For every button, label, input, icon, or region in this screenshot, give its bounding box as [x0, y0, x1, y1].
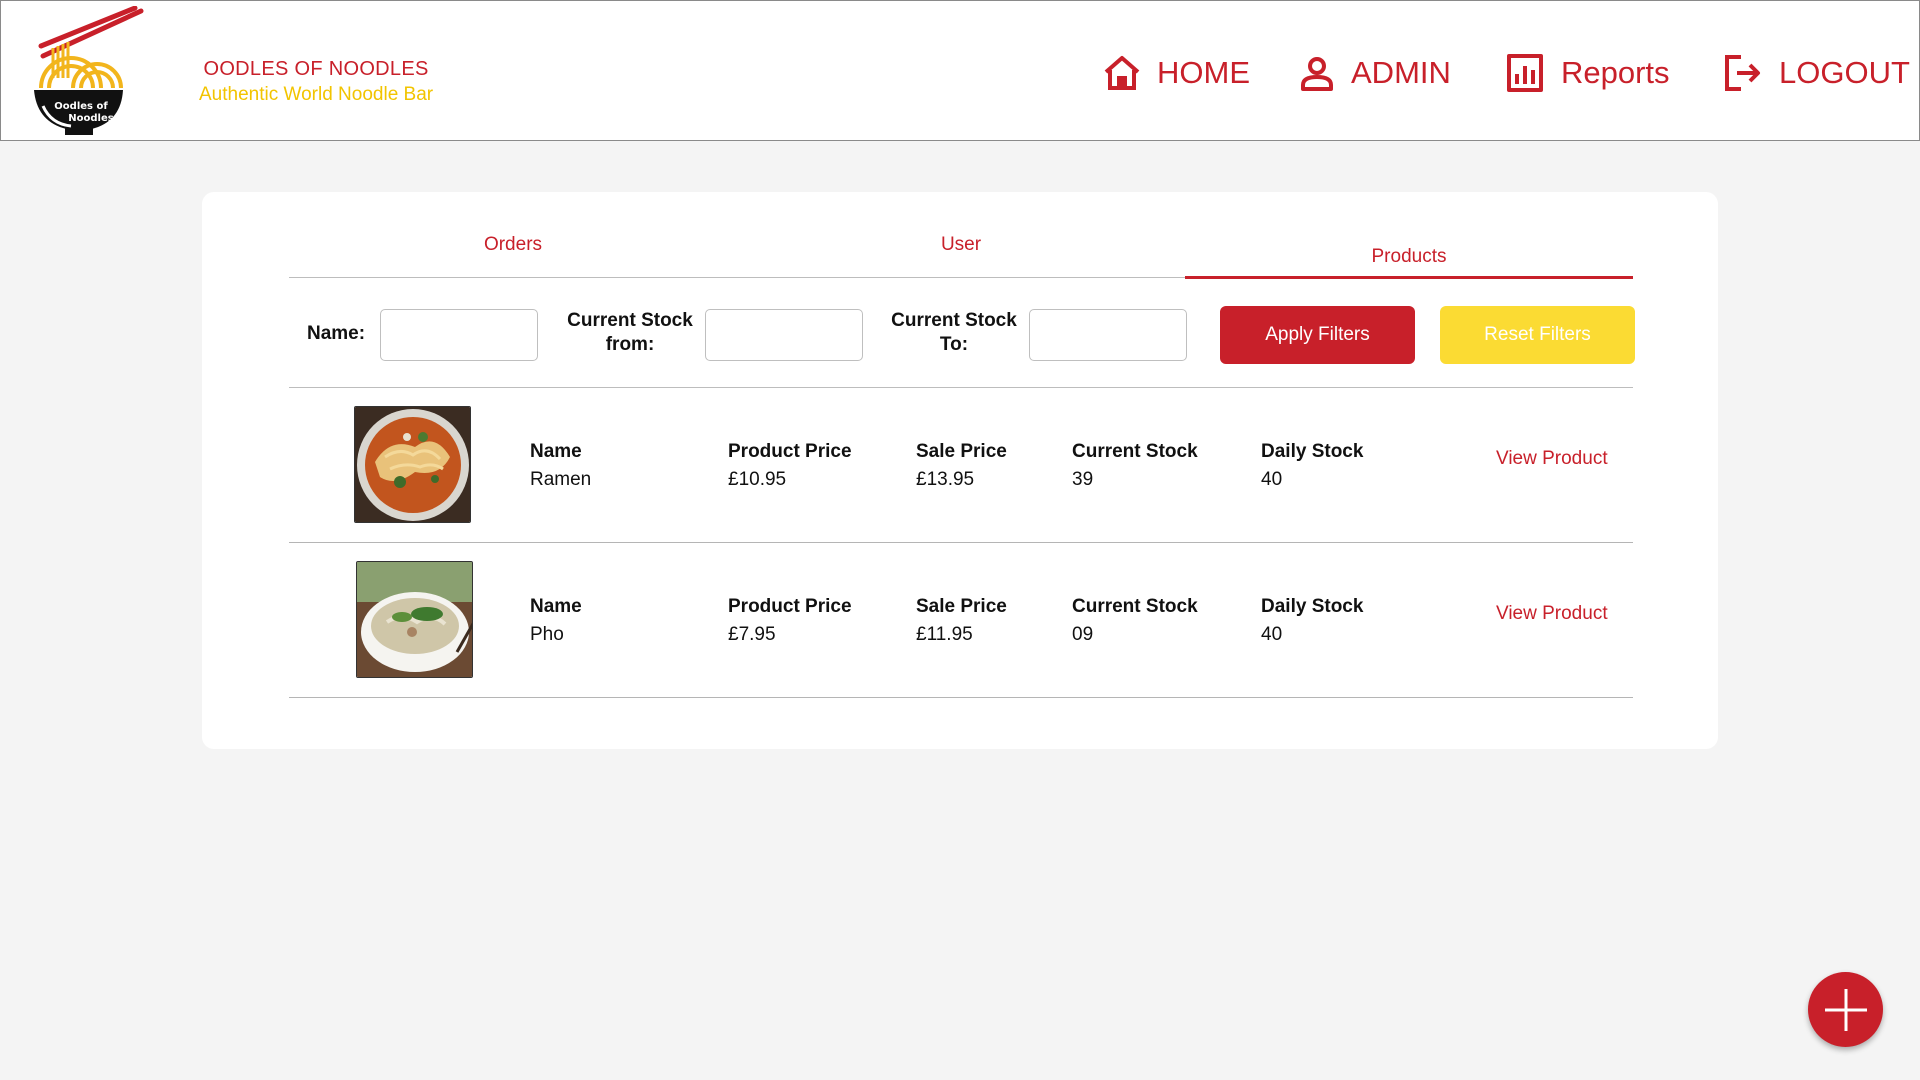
- current-stock: 39: [1072, 469, 1094, 490]
- brand-name: OODLES OF NOODLES: [203, 58, 429, 80]
- product-thumbnail-pho: [356, 561, 473, 678]
- logo-text-line2: Noodles: [68, 113, 113, 124]
- name-heading: Name: [530, 596, 582, 617]
- person-icon: [1301, 57, 1333, 91]
- current-stock-cell: Current Stock 39: [1072, 438, 1198, 494]
- tab-user[interactable]: User: [737, 222, 1185, 278]
- sale-price-cell: Sale Price £13.95: [916, 438, 1007, 494]
- admin-panel-card: Orders User Products Name: Current Stock…: [202, 192, 1718, 749]
- daily-stock: 40: [1261, 469, 1283, 490]
- nav-home-label: HOME: [1157, 55, 1250, 90]
- plus-icon: [1824, 988, 1867, 1031]
- add-product-button[interactable]: [1808, 972, 1883, 1047]
- daily-stock-cell: Daily Stock 40: [1261, 438, 1363, 494]
- bar-chart-icon: [1507, 54, 1543, 92]
- stock-from-label-line1: Current Stock: [567, 310, 693, 331]
- sale-price-cell: Sale Price £11.95: [916, 593, 1007, 649]
- stock-from-input[interactable]: [705, 309, 863, 361]
- sale-price: £13.95: [916, 469, 975, 490]
- app-header: Oodles of Noodles OODLES OF NOODLES Auth…: [0, 0, 1920, 141]
- nav-home-link[interactable]: HOME: [1103, 51, 1250, 95]
- noodle-bowl-logo-icon: Oodles of Noodles: [34, 5, 144, 135]
- stock-to-label-line2: To:: [939, 334, 969, 355]
- name-filter-label: Name:: [307, 323, 366, 344]
- daily-stock-heading: Daily Stock: [1261, 596, 1364, 617]
- product-price-cell: Product Price £7.95: [728, 593, 852, 649]
- product-price: £7.95: [728, 624, 776, 645]
- product-price: £10.95: [728, 469, 787, 490]
- stock-to-label-line1: Current Stock: [891, 310, 1017, 331]
- product-row: Name Pho Product Price £7.95 Sale Price …: [289, 543, 1633, 698]
- logout-icon: [1725, 55, 1760, 91]
- brand-block: OODLES OF NOODLES Authentic World Noodle…: [199, 58, 433, 106]
- view-product-link[interactable]: View Product: [1496, 448, 1608, 470]
- product-row: Name Ramen Product Price £10.95 Sale Pri…: [289, 388, 1633, 543]
- product-name: Ramen: [530, 469, 592, 490]
- sale-price-heading: Sale Price: [916, 441, 1007, 462]
- current-stock: 09: [1072, 624, 1094, 645]
- logo-text-line1: Oodles of: [54, 101, 108, 112]
- current-stock-heading: Current Stock: [1072, 441, 1198, 462]
- nav-reports-label: Reports: [1561, 55, 1670, 90]
- tab-products[interactable]: Products: [1185, 222, 1633, 279]
- brand-tagline: Authentic World Noodle Bar: [199, 84, 434, 105]
- apply-filters-button[interactable]: Apply Filters: [1220, 306, 1415, 364]
- current-stock-cell: Current Stock 09: [1072, 593, 1198, 649]
- nav-logout-label: LOGOUT: [1779, 55, 1910, 90]
- stock-to-input[interactable]: [1029, 309, 1187, 361]
- product-price-heading: Product Price: [728, 596, 852, 617]
- nav-admin-link[interactable]: ADMIN: [1299, 51, 1451, 95]
- nav-admin-label: ADMIN: [1351, 55, 1451, 90]
- product-filters: Name: Current Stock from: Current Stock …: [289, 278, 1635, 388]
- sale-price-heading: Sale Price: [916, 596, 1007, 617]
- admin-tabs: Orders User Products: [289, 222, 1633, 279]
- product-name-cell: Name Pho: [530, 593, 582, 649]
- product-price-heading: Product Price: [728, 441, 852, 462]
- nav-logout-link[interactable]: LOGOUT: [1723, 51, 1910, 95]
- product-thumbnail-ramen: [354, 406, 471, 523]
- daily-stock: 40: [1261, 624, 1283, 645]
- sale-price: £11.95: [916, 624, 973, 645]
- stock-from-label: Current Stock from:: [565, 309, 695, 357]
- product-price-cell: Product Price £10.95: [728, 438, 852, 494]
- daily-stock-cell: Daily Stock 40: [1261, 593, 1363, 649]
- stock-from-label-line2: from:: [605, 334, 655, 355]
- product-name-cell: Name Ramen: [530, 438, 591, 494]
- stock-to-label: Current Stock To:: [889, 309, 1019, 357]
- name-heading: Name: [530, 441, 582, 462]
- reset-filters-button[interactable]: Reset Filters: [1440, 306, 1635, 364]
- daily-stock-heading: Daily Stock: [1261, 441, 1364, 462]
- tab-orders[interactable]: Orders: [289, 222, 737, 278]
- product-name: Pho: [530, 624, 564, 645]
- nav-reports-link[interactable]: Reports: [1505, 51, 1670, 95]
- home-icon: [1104, 56, 1140, 90]
- brand-logo[interactable]: Oodles of Noodles: [31, 5, 146, 138]
- name-filter-input[interactable]: [380, 309, 538, 361]
- view-product-link[interactable]: View Product: [1496, 603, 1608, 625]
- current-stock-heading: Current Stock: [1072, 596, 1198, 617]
